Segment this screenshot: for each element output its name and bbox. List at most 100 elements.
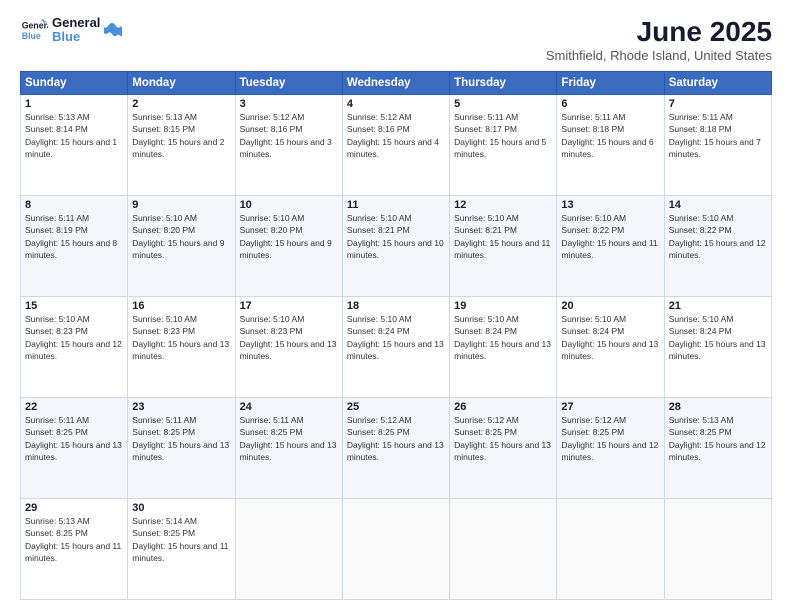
table-row: 30 Sunrise: 5:14 AMSunset: 8:25 PMDaylig…: [128, 499, 235, 600]
table-row: 15 Sunrise: 5:10 AMSunset: 8:23 PMDaylig…: [21, 297, 128, 398]
day-detail: Sunrise: 5:11 AMSunset: 8:25 PMDaylight:…: [240, 415, 337, 462]
day-detail: Sunrise: 5:10 AMSunset: 8:23 PMDaylight:…: [25, 314, 122, 361]
table-row: 22 Sunrise: 5:11 AMSunset: 8:25 PMDaylig…: [21, 398, 128, 499]
table-row: 4 Sunrise: 5:12 AMSunset: 8:16 PMDayligh…: [342, 95, 449, 196]
page: General Blue General Blue June 2025 Smit…: [0, 0, 792, 612]
day-number: 2: [132, 98, 230, 110]
day-detail: Sunrise: 5:10 AMSunset: 8:24 PMDaylight:…: [454, 314, 551, 361]
calendar-header-row: Sunday Monday Tuesday Wednesday Thursday…: [21, 72, 772, 95]
day-detail: Sunrise: 5:10 AMSunset: 8:23 PMDaylight:…: [240, 314, 337, 361]
logo-icon: General Blue: [20, 16, 48, 44]
table-row: 3 Sunrise: 5:12 AMSunset: 8:16 PMDayligh…: [235, 95, 342, 196]
day-detail: Sunrise: 5:10 AMSunset: 8:24 PMDaylight:…: [561, 314, 658, 361]
day-number: 30: [132, 502, 230, 514]
table-row: 8 Sunrise: 5:11 AMSunset: 8:19 PMDayligh…: [21, 196, 128, 297]
day-number: 28: [669, 401, 767, 413]
table-row: 28 Sunrise: 5:13 AMSunset: 8:25 PMDaylig…: [664, 398, 771, 499]
table-row: 7 Sunrise: 5:11 AMSunset: 8:18 PMDayligh…: [664, 95, 771, 196]
day-detail: Sunrise: 5:12 AMSunset: 8:16 PMDaylight:…: [347, 112, 439, 159]
header-saturday: Saturday: [664, 72, 771, 95]
calendar-table: Sunday Monday Tuesday Wednesday Thursday…: [20, 71, 772, 600]
day-detail: Sunrise: 5:11 AMSunset: 8:25 PMDaylight:…: [132, 415, 229, 462]
header: General Blue General Blue June 2025 Smit…: [20, 16, 772, 63]
table-row: 9 Sunrise: 5:10 AMSunset: 8:20 PMDayligh…: [128, 196, 235, 297]
day-number: 11: [347, 199, 445, 211]
day-number: 7: [669, 98, 767, 110]
day-detail: Sunrise: 5:11 AMSunset: 8:25 PMDaylight:…: [25, 415, 122, 462]
table-row: 27 Sunrise: 5:12 AMSunset: 8:25 PMDaylig…: [557, 398, 664, 499]
svg-text:Blue: Blue: [22, 31, 41, 41]
header-thursday: Thursday: [450, 72, 557, 95]
day-detail: Sunrise: 5:10 AMSunset: 8:20 PMDaylight:…: [132, 213, 224, 260]
day-detail: Sunrise: 5:13 AMSunset: 8:25 PMDaylight:…: [25, 516, 121, 563]
day-detail: Sunrise: 5:13 AMSunset: 8:15 PMDaylight:…: [132, 112, 224, 159]
day-detail: Sunrise: 5:10 AMSunset: 8:21 PMDaylight:…: [347, 213, 444, 260]
table-row: 14 Sunrise: 5:10 AMSunset: 8:22 PMDaylig…: [664, 196, 771, 297]
day-detail: Sunrise: 5:10 AMSunset: 8:23 PMDaylight:…: [132, 314, 229, 361]
day-detail: Sunrise: 5:11 AMSunset: 8:18 PMDaylight:…: [669, 112, 761, 159]
table-row: 5 Sunrise: 5:11 AMSunset: 8:17 PMDayligh…: [450, 95, 557, 196]
day-detail: Sunrise: 5:11 AMSunset: 8:17 PMDaylight:…: [454, 112, 546, 159]
day-number: 23: [132, 401, 230, 413]
day-number: 6: [561, 98, 659, 110]
day-detail: Sunrise: 5:12 AMSunset: 8:25 PMDaylight:…: [347, 415, 444, 462]
day-number: 22: [25, 401, 123, 413]
day-detail: Sunrise: 5:13 AMSunset: 8:25 PMDaylight:…: [669, 415, 766, 462]
day-detail: Sunrise: 5:10 AMSunset: 8:21 PMDaylight:…: [454, 213, 550, 260]
day-detail: Sunrise: 5:10 AMSunset: 8:24 PMDaylight:…: [669, 314, 766, 361]
day-detail: Sunrise: 5:12 AMSunset: 8:25 PMDaylight:…: [454, 415, 551, 462]
day-detail: Sunrise: 5:10 AMSunset: 8:22 PMDaylight:…: [669, 213, 766, 260]
table-row: 10 Sunrise: 5:10 AMSunset: 8:20 PMDaylig…: [235, 196, 342, 297]
day-number: 10: [240, 199, 338, 211]
header-wednesday: Wednesday: [342, 72, 449, 95]
table-row: 25 Sunrise: 5:12 AMSunset: 8:25 PMDaylig…: [342, 398, 449, 499]
logo: General Blue General Blue: [20, 16, 122, 45]
table-row: [664, 499, 771, 600]
logo-general: General: [52, 16, 100, 30]
day-detail: Sunrise: 5:12 AMSunset: 8:25 PMDaylight:…: [561, 415, 658, 462]
subtitle: Smithfield, Rhode Island, United States: [546, 48, 772, 63]
day-detail: Sunrise: 5:10 AMSunset: 8:24 PMDaylight:…: [347, 314, 444, 361]
calendar-week-row: 22 Sunrise: 5:11 AMSunset: 8:25 PMDaylig…: [21, 398, 772, 499]
table-row: 18 Sunrise: 5:10 AMSunset: 8:24 PMDaylig…: [342, 297, 449, 398]
day-number: 9: [132, 199, 230, 211]
day-number: 8: [25, 199, 123, 211]
day-number: 26: [454, 401, 552, 413]
day-number: 5: [454, 98, 552, 110]
table-row: 13 Sunrise: 5:10 AMSunset: 8:22 PMDaylig…: [557, 196, 664, 297]
day-number: 1: [25, 98, 123, 110]
day-number: 3: [240, 98, 338, 110]
day-number: 24: [240, 401, 338, 413]
header-sunday: Sunday: [21, 72, 128, 95]
day-number: 29: [25, 502, 123, 514]
table-row: [557, 499, 664, 600]
day-number: 20: [561, 300, 659, 312]
day-detail: Sunrise: 5:13 AMSunset: 8:14 PMDaylight:…: [25, 112, 117, 159]
table-row: 24 Sunrise: 5:11 AMSunset: 8:25 PMDaylig…: [235, 398, 342, 499]
header-friday: Friday: [557, 72, 664, 95]
day-number: 13: [561, 199, 659, 211]
table-row: 2 Sunrise: 5:13 AMSunset: 8:15 PMDayligh…: [128, 95, 235, 196]
table-row: 29 Sunrise: 5:13 AMSunset: 8:25 PMDaylig…: [21, 499, 128, 600]
table-row: 19 Sunrise: 5:10 AMSunset: 8:24 PMDaylig…: [450, 297, 557, 398]
table-row: 11 Sunrise: 5:10 AMSunset: 8:21 PMDaylig…: [342, 196, 449, 297]
day-number: 17: [240, 300, 338, 312]
header-monday: Monday: [128, 72, 235, 95]
day-number: 18: [347, 300, 445, 312]
day-number: 12: [454, 199, 552, 211]
main-title: June 2025: [546, 16, 772, 48]
day-number: 19: [454, 300, 552, 312]
table-row: 12 Sunrise: 5:10 AMSunset: 8:21 PMDaylig…: [450, 196, 557, 297]
calendar-week-row: 15 Sunrise: 5:10 AMSunset: 8:23 PMDaylig…: [21, 297, 772, 398]
day-detail: Sunrise: 5:12 AMSunset: 8:16 PMDaylight:…: [240, 112, 332, 159]
day-number: 25: [347, 401, 445, 413]
title-block: June 2025 Smithfield, Rhode Island, Unit…: [546, 16, 772, 63]
table-row: 6 Sunrise: 5:11 AMSunset: 8:18 PMDayligh…: [557, 95, 664, 196]
day-detail: Sunrise: 5:14 AMSunset: 8:25 PMDaylight:…: [132, 516, 228, 563]
day-number: 27: [561, 401, 659, 413]
day-number: 16: [132, 300, 230, 312]
day-number: 4: [347, 98, 445, 110]
table-row: 20 Sunrise: 5:10 AMSunset: 8:24 PMDaylig…: [557, 297, 664, 398]
table-row: 1 Sunrise: 5:13 AMSunset: 8:14 PMDayligh…: [21, 95, 128, 196]
day-detail: Sunrise: 5:10 AMSunset: 8:20 PMDaylight:…: [240, 213, 332, 260]
